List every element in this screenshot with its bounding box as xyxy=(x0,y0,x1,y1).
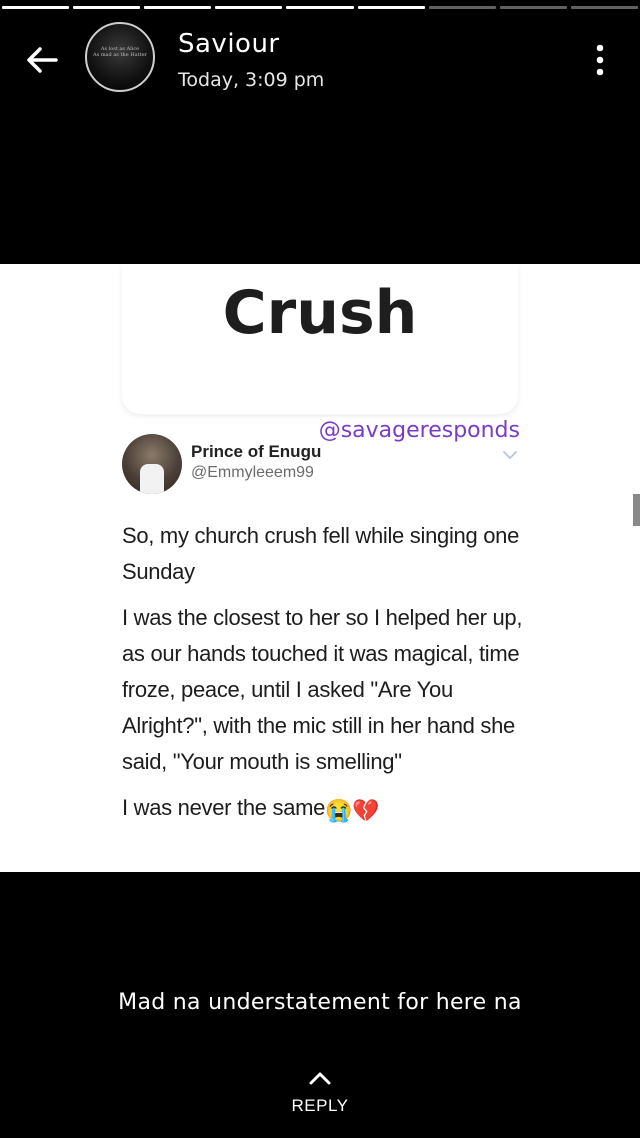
tweet-paragraph-text: I was never the same xyxy=(122,795,326,820)
status-timestamp: Today, 3:09 pm xyxy=(178,69,325,91)
tweet-body: So, my church crush fell while singing o… xyxy=(122,518,542,839)
more-vertical-icon[interactable] xyxy=(588,42,612,78)
tweet-paragraph: So, my church crush fell while singing o… xyxy=(122,523,520,584)
crying-broken-heart-emoji: 😭💔 xyxy=(325,798,380,823)
crush-card: Crush xyxy=(122,264,518,414)
status-header: As lost as Alice As mad as the Hatter Sa… xyxy=(0,20,640,100)
status-image: Crush @savageresponds Prince of Enugu @E… xyxy=(0,264,640,872)
tweet-paragraph: I was never the same😭💔 xyxy=(122,790,542,829)
sender-avatar[interactable]: As lost as Alice As mad as the Hatter xyxy=(85,22,155,92)
progress-segment xyxy=(215,6,283,9)
chevron-down-icon xyxy=(503,451,517,460)
tweet-author-avatar xyxy=(122,434,182,494)
reply-button[interactable]: REPLY xyxy=(270,1064,370,1124)
progress-segment xyxy=(357,6,425,9)
crush-title: Crush xyxy=(222,278,418,348)
progress-segment xyxy=(428,6,496,9)
status-progress-bar xyxy=(0,6,640,10)
arrow-left-icon[interactable] xyxy=(22,40,62,80)
sender-name: Saviour xyxy=(178,29,280,59)
scroll-indicator xyxy=(633,494,640,526)
tweet-author-handle: @Emmyleeem99 xyxy=(191,464,314,481)
watermark-handle: @savageresponds xyxy=(318,418,520,443)
progress-segment xyxy=(286,6,354,9)
status-caption: Mad na understatement for here na xyxy=(118,990,522,1015)
progress-segment xyxy=(499,6,567,9)
tweet-paragraph: I was the closest to her so I helped her… xyxy=(122,605,523,774)
tweet-author-name: Prince of Enugu xyxy=(191,442,322,461)
progress-segment xyxy=(2,6,70,9)
avatar-caption: As lost as Alice As mad as the Hatter xyxy=(93,46,147,58)
reply-label: REPLY xyxy=(291,1096,349,1115)
progress-segment xyxy=(570,6,638,9)
progress-segment xyxy=(144,6,212,9)
chevron-up-icon xyxy=(309,1072,331,1085)
progress-segment xyxy=(73,6,141,9)
